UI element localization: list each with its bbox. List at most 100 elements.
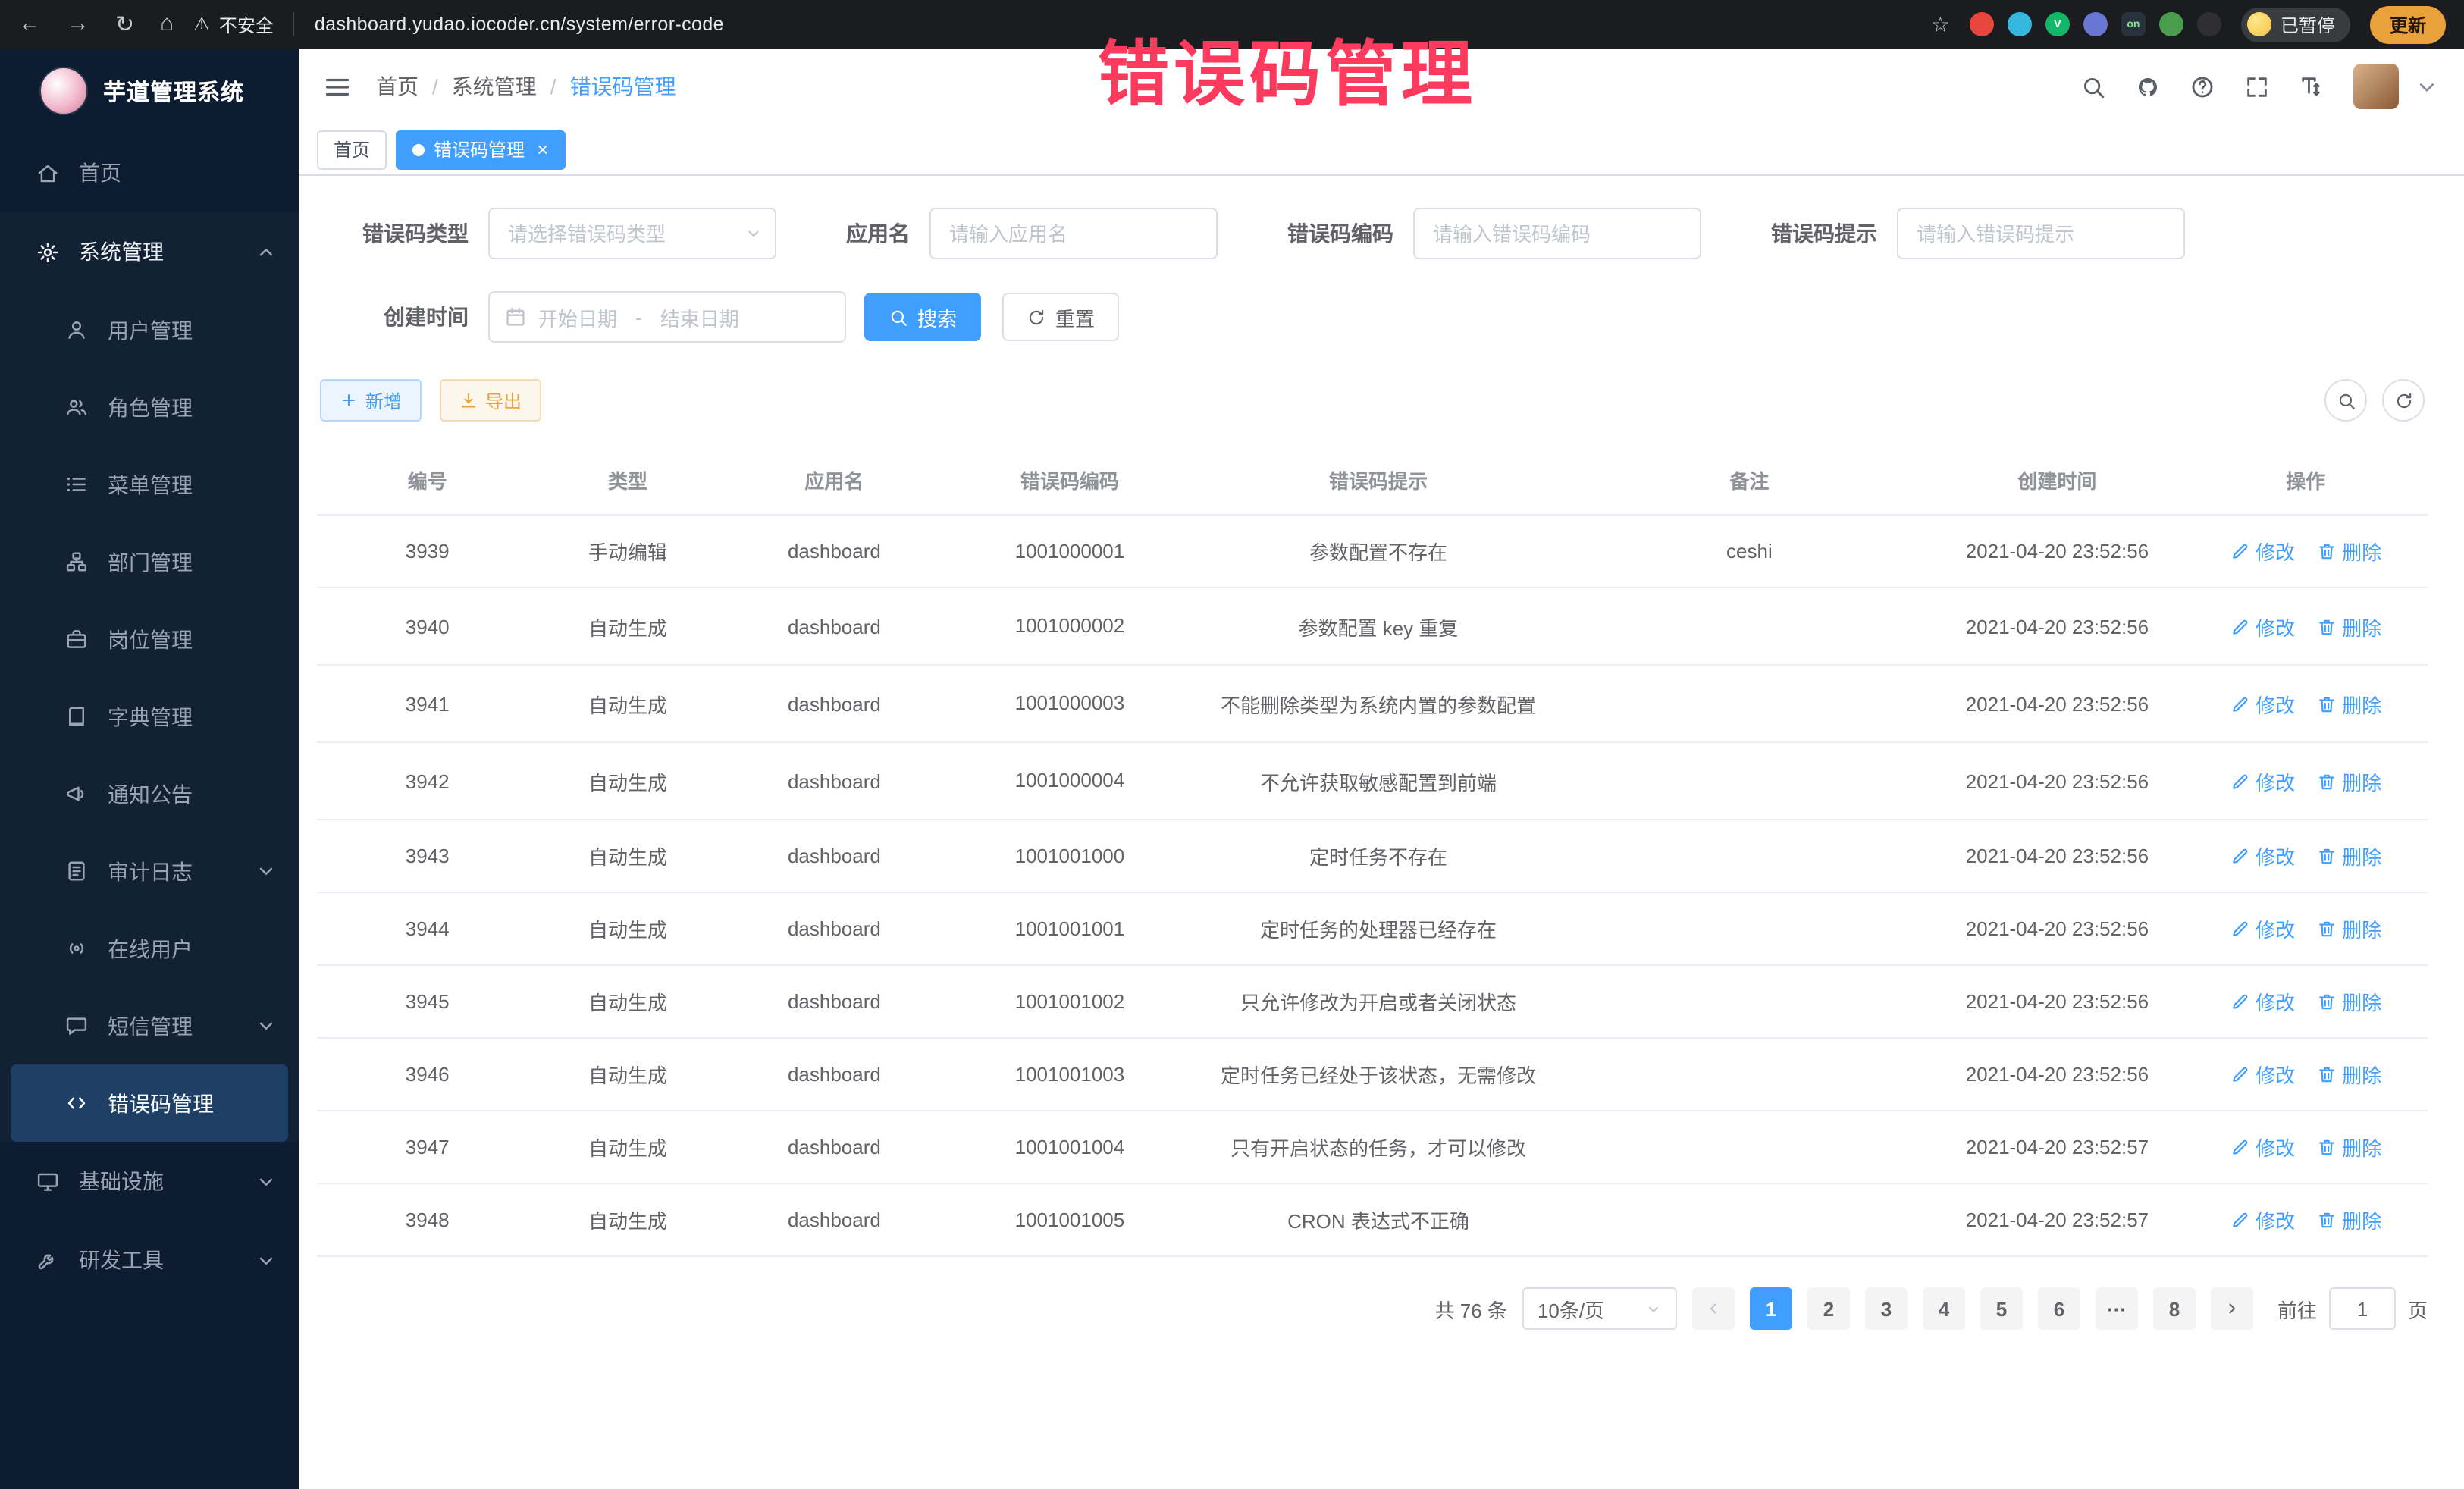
search-icon[interactable] (2080, 74, 2106, 99)
prev-page-button[interactable] (1692, 1288, 1735, 1331)
divider (293, 12, 295, 36)
sidebar-item-infrastructure[interactable]: 基础设施 (0, 1142, 299, 1221)
more-pages-button[interactable]: ··· (2096, 1288, 2138, 1331)
sidebar-item-home[interactable]: 首页 (0, 133, 299, 212)
next-page-button[interactable] (2211, 1288, 2253, 1331)
delete-button[interactable]: 删除 (2316, 1206, 2381, 1235)
reload-icon[interactable]: ↻ (115, 11, 134, 38)
breadcrumb-section[interactable]: 系统管理 (452, 71, 537, 102)
chevron-down-icon (255, 1170, 277, 1193)
search-button[interactable]: 搜索 (864, 293, 981, 341)
delete-button[interactable]: 删除 (2316, 766, 2381, 795)
page-size-select[interactable]: 10条/页 (1522, 1288, 1677, 1331)
sidebar-item-audit-logs[interactable]: 审计日志 (0, 832, 299, 910)
start-date-placeholder: 开始日期 (538, 303, 617, 331)
reset-button[interactable]: 重置 (1002, 293, 1119, 341)
tab-error-code[interactable]: 错误码管理 × (396, 130, 565, 169)
edit-button[interactable]: 修改 (2230, 1133, 2295, 1162)
vpn-extension-icon[interactable]: V (2045, 12, 2070, 36)
sidebar-item-menus[interactable]: 菜单管理 (0, 446, 299, 523)
tab-home[interactable]: 首页 (317, 130, 387, 169)
emoji-icon (2247, 12, 2271, 36)
edit-button[interactable]: 修改 (2230, 915, 2295, 944)
refresh-table-button[interactable] (2382, 379, 2425, 422)
delete-button[interactable]: 删除 (2316, 915, 2381, 944)
on-badge-extension-icon[interactable]: on (2121, 12, 2146, 36)
document-icon (65, 860, 88, 882)
home-icon[interactable]: ⌂ (160, 11, 174, 38)
github-icon[interactable] (2135, 74, 2161, 99)
edit-button[interactable]: 修改 (2230, 1206, 2295, 1235)
sidebar-item-notices[interactable]: 通知公告 (0, 755, 299, 832)
paused-badge[interactable]: 已暂停 (2241, 7, 2350, 42)
toggle-search-button[interactable] (2324, 379, 2367, 422)
filter-row-2: 创建时间 开始日期 - 结束日期 搜索 重置 (317, 291, 2428, 343)
delete-button[interactable]: 删除 (2316, 689, 2381, 718)
page-button-1[interactable]: 1 (1750, 1288, 1792, 1331)
colorpicker-extension-icon[interactable] (2008, 12, 2032, 36)
error-code-input[interactable] (1413, 208, 1701, 259)
edit-button[interactable]: 修改 (2230, 1061, 2295, 1089)
update-button[interactable]: 更新 (2370, 5, 2446, 43)
page-button-3[interactable]: 3 (1865, 1288, 1908, 1331)
leaf-extension-icon[interactable] (2159, 12, 2183, 36)
sidebar-item-devtools[interactable]: 研发工具 (0, 1221, 299, 1299)
forward-icon[interactable]: → (67, 11, 89, 38)
security-indicator[interactable]: ⚠ 不安全 (193, 11, 274, 37)
sidebar-item-online-users[interactable]: 在线用户 (0, 910, 299, 987)
goto-suffix: 页 (2408, 1295, 2428, 1324)
sidebar-item-roles[interactable]: 角色管理 (0, 368, 299, 446)
edit-button[interactable]: 修改 (2230, 766, 2295, 795)
sidebar-item-error-codes[interactable]: 错误码管理 (11, 1064, 288, 1142)
close-icon[interactable]: × (537, 139, 548, 159)
edit-button[interactable]: 修改 (2230, 689, 2295, 718)
list-icon (65, 473, 88, 496)
add-button[interactable]: 新增 (320, 379, 422, 422)
delete-button[interactable]: 删除 (2316, 842, 2381, 871)
page-button-4[interactable]: 4 (1923, 1288, 1965, 1331)
breadcrumb-home[interactable]: 首页 (376, 71, 419, 102)
sidebar-item-departments[interactable]: 部门管理 (0, 523, 299, 600)
back-icon[interactable]: ← (18, 11, 41, 38)
edit-button[interactable]: 修改 (2230, 988, 2295, 1017)
edit-button[interactable]: 修改 (2230, 537, 2295, 566)
page-button-5[interactable]: 5 (1980, 1288, 2023, 1331)
delete-button[interactable]: 删除 (2316, 612, 2381, 641)
sidebar-item-dicts[interactable]: 字典管理 (0, 678, 299, 755)
edit-button[interactable]: 修改 (2230, 612, 2295, 641)
annotation-title: 错误码管理 (1098, 15, 1477, 120)
user-avatar[interactable] (2353, 64, 2399, 109)
fullscreen-icon[interactable] (2244, 74, 2270, 99)
error-code-table: 编号 类型 应用名 错误码编码 错误码提示 备注 创建时间 操作 3939 手动… (317, 446, 2428, 1258)
sidebar: 芋道管理系统 首页 系统管理 用户管理 (0, 49, 299, 1489)
page-button-6[interactable]: 6 (2038, 1288, 2080, 1331)
date-range-picker[interactable]: 开始日期 - 结束日期 (488, 291, 846, 343)
delete-button[interactable]: 删除 (2316, 1133, 2381, 1162)
delete-button[interactable]: 删除 (2316, 537, 2381, 566)
sidebar-item-positions[interactable]: 岗位管理 (0, 600, 299, 678)
hamburger-icon[interactable] (323, 72, 352, 101)
error-type-select[interactable] (488, 208, 776, 259)
page-button-2[interactable]: 2 (1807, 1288, 1850, 1331)
bookmark-star-icon[interactable]: ☆ (1931, 11, 1950, 37)
grid-extension-icon[interactable] (2083, 12, 2108, 36)
help-icon[interactable] (2190, 74, 2215, 99)
address-bar[interactable]: dashboard.yudao.iocoder.cn/system/error-… (315, 14, 724, 35)
sidebar-item-sms[interactable]: 短信管理 (0, 987, 299, 1064)
sidebar-item-system[interactable]: 系统管理 (0, 212, 299, 291)
refresh-icon (2393, 390, 2413, 410)
sidebar-item-users[interactable]: 用户管理 (0, 291, 299, 368)
delete-button[interactable]: 删除 (2316, 988, 2381, 1017)
page-button-8[interactable]: 8 (2153, 1288, 2196, 1331)
goto-page-input[interactable] (2329, 1288, 2396, 1331)
logo-avatar (39, 67, 88, 115)
font-size-icon[interactable] (2299, 74, 2324, 99)
export-button[interactable]: 导出 (440, 379, 541, 422)
chevron-down-icon[interactable] (2414, 74, 2440, 99)
edit-button[interactable]: 修改 (2230, 842, 2295, 871)
error-message-input[interactable] (1897, 208, 2185, 259)
app-name-input[interactable] (929, 208, 1218, 259)
record-extension-icon[interactable] (1970, 12, 1994, 36)
pug-extension-icon[interactable] (2197, 12, 2221, 36)
delete-button[interactable]: 删除 (2316, 1061, 2381, 1089)
